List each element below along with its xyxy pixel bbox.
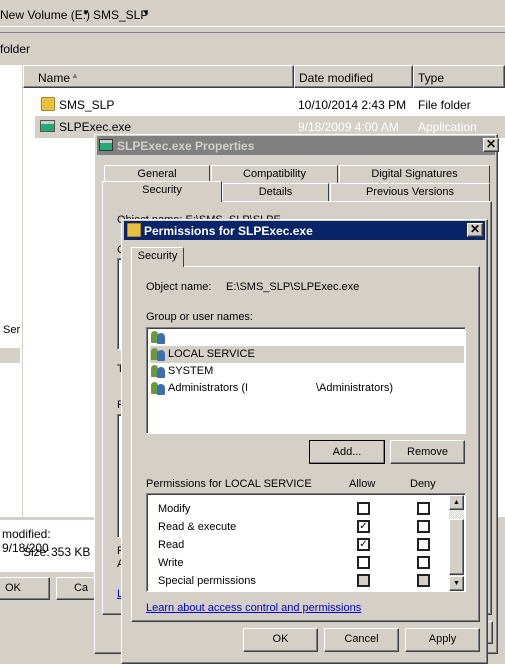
folder-icon <box>41 97 55 111</box>
tab-digital-signatures[interactable]: Digital Signatures <box>339 165 490 183</box>
scroll-down-button[interactable]: ▼ <box>449 576 464 591</box>
allow-checkbox[interactable] <box>357 502 370 515</box>
ok-button[interactable]: OK <box>243 628 318 652</box>
user-item-selected[interactable]: LOCAL SERVICE <box>150 346 464 363</box>
scroll-up-button[interactable]: ▲ <box>449 495 464 510</box>
permissions-list: Modify Read & execute ✓ Read ✓ Write Spe… <box>146 493 466 592</box>
application-icon <box>99 139 113 151</box>
allow-checkbox[interactable] <box>357 556 370 569</box>
details-pane: modified: 9/18/200 Size: 353 KB <box>0 520 100 572</box>
deny-checkbox[interactable] <box>417 538 430 551</box>
allow-header: Allow <box>349 478 376 490</box>
object-name-value: E:\SMS_SLP\SLPExec.exe <box>226 281 360 293</box>
deny-checkbox[interactable] <box>417 556 430 569</box>
deny-header: Deny <box>410 478 436 490</box>
tab-compatibility[interactable]: Compatibility <box>211 165 338 183</box>
permission-row: Read & execute ✓ <box>147 519 447 537</box>
allow-checkbox[interactable]: ✓ <box>357 538 370 551</box>
tab-security[interactable]: Security <box>102 181 222 202</box>
allow-checkbox[interactable]: ✓ <box>357 520 370 533</box>
permission-name: Read & execute <box>158 521 237 533</box>
permission-name: Write <box>158 557 184 569</box>
permission-name: Read <box>158 539 185 551</box>
nav-selected <box>0 348 20 363</box>
folder-icon <box>127 223 141 237</box>
user-list[interactable]: LOCAL SERVICE SYSTEM Administrators (I \A… <box>146 327 466 434</box>
column-type[interactable]: Type <box>413 65 505 88</box>
nav-item[interactable]: Ser <box>3 324 20 336</box>
apply-button[interactable]: Apply <box>405 628 480 652</box>
permissions-dialog: Permissions for SLPExec.exe ✕ Security O… <box>121 219 488 664</box>
permission-name: Special permissions <box>158 575 256 587</box>
permission-row: Write <box>147 555 447 573</box>
deny-checkbox[interactable] <box>417 520 430 533</box>
close-button[interactable]: ✕ <box>483 138 499 152</box>
close-button[interactable]: ✕ <box>467 223 483 237</box>
user-item[interactable]: Administrators (I \Administrators) <box>150 380 464 397</box>
cancel-button[interactable]: Cancel <box>324 628 399 652</box>
breadcrumb-folder[interactable]: SMS_SLP <box>93 8 148 22</box>
breadcrumb-volume[interactable]: New Volume (E:) <box>0 8 90 22</box>
scrollbar[interactable]: ▲ ▼ <box>449 495 464 591</box>
add-button[interactable]: Add... <box>309 440 385 464</box>
permission-row: Read ✓ <box>147 537 447 555</box>
toolbar-new-folder[interactable]: folder <box>0 42 30 56</box>
tab-details[interactable]: Details <box>222 183 329 201</box>
users-icon <box>150 330 166 344</box>
object-name-label: Object name: <box>146 281 212 293</box>
scroll-thumb[interactable] <box>449 519 464 575</box>
column-date[interactable]: Date modified <box>294 65 413 88</box>
group-label: Group or user names: <box>146 311 253 323</box>
properties-title-bar[interactable]: SLPExec.exe Properties ✕ <box>97 136 499 155</box>
tab-security[interactable]: Security <box>131 247 184 267</box>
permission-row: Modify <box>147 501 447 519</box>
application-icon <box>40 120 55 132</box>
users-icon <box>150 381 166 396</box>
users-icon <box>150 347 166 362</box>
sort-up-icon: ▲ <box>71 71 79 80</box>
user-item[interactable]: SYSTEM <box>150 363 464 380</box>
chevron-down-icon[interactable]: ▼ <box>82 8 90 17</box>
user-item[interactable] <box>150 330 464 346</box>
permission-name: Modify <box>158 503 191 515</box>
column-name[interactable]: Name ▲ <box>23 65 294 88</box>
deny-checkbox[interactable] <box>417 574 430 587</box>
nav-pane: Ser <box>0 65 22 517</box>
permissions-for-label: Permissions for LOCAL SERVICE <box>146 478 312 490</box>
tab-previous-versions[interactable]: Previous Versions <box>330 183 490 201</box>
address-bar[interactable]: New Volume (E:) ▼ SMS_SLP ▼ <box>0 0 505 27</box>
remove-button[interactable]: Remove <box>390 440 465 464</box>
allow-checkbox[interactable] <box>357 574 370 587</box>
divider <box>0 32 505 33</box>
deny-checkbox[interactable] <box>417 502 430 515</box>
permission-row: Special permissions <box>147 573 447 591</box>
access-control-link[interactable]: Learn about access control and permissio… <box>146 602 361 614</box>
explorer-ok-button[interactable]: OK <box>0 577 50 600</box>
file-row[interactable]: SMS_SLP 10/10/2014 2:43 PM File folder <box>35 95 505 115</box>
chevron-down-icon[interactable]: ▼ <box>142 8 150 17</box>
users-icon <box>150 364 166 379</box>
permissions-title-bar[interactable]: Permissions for SLPExec.exe ✕ <box>124 221 485 240</box>
